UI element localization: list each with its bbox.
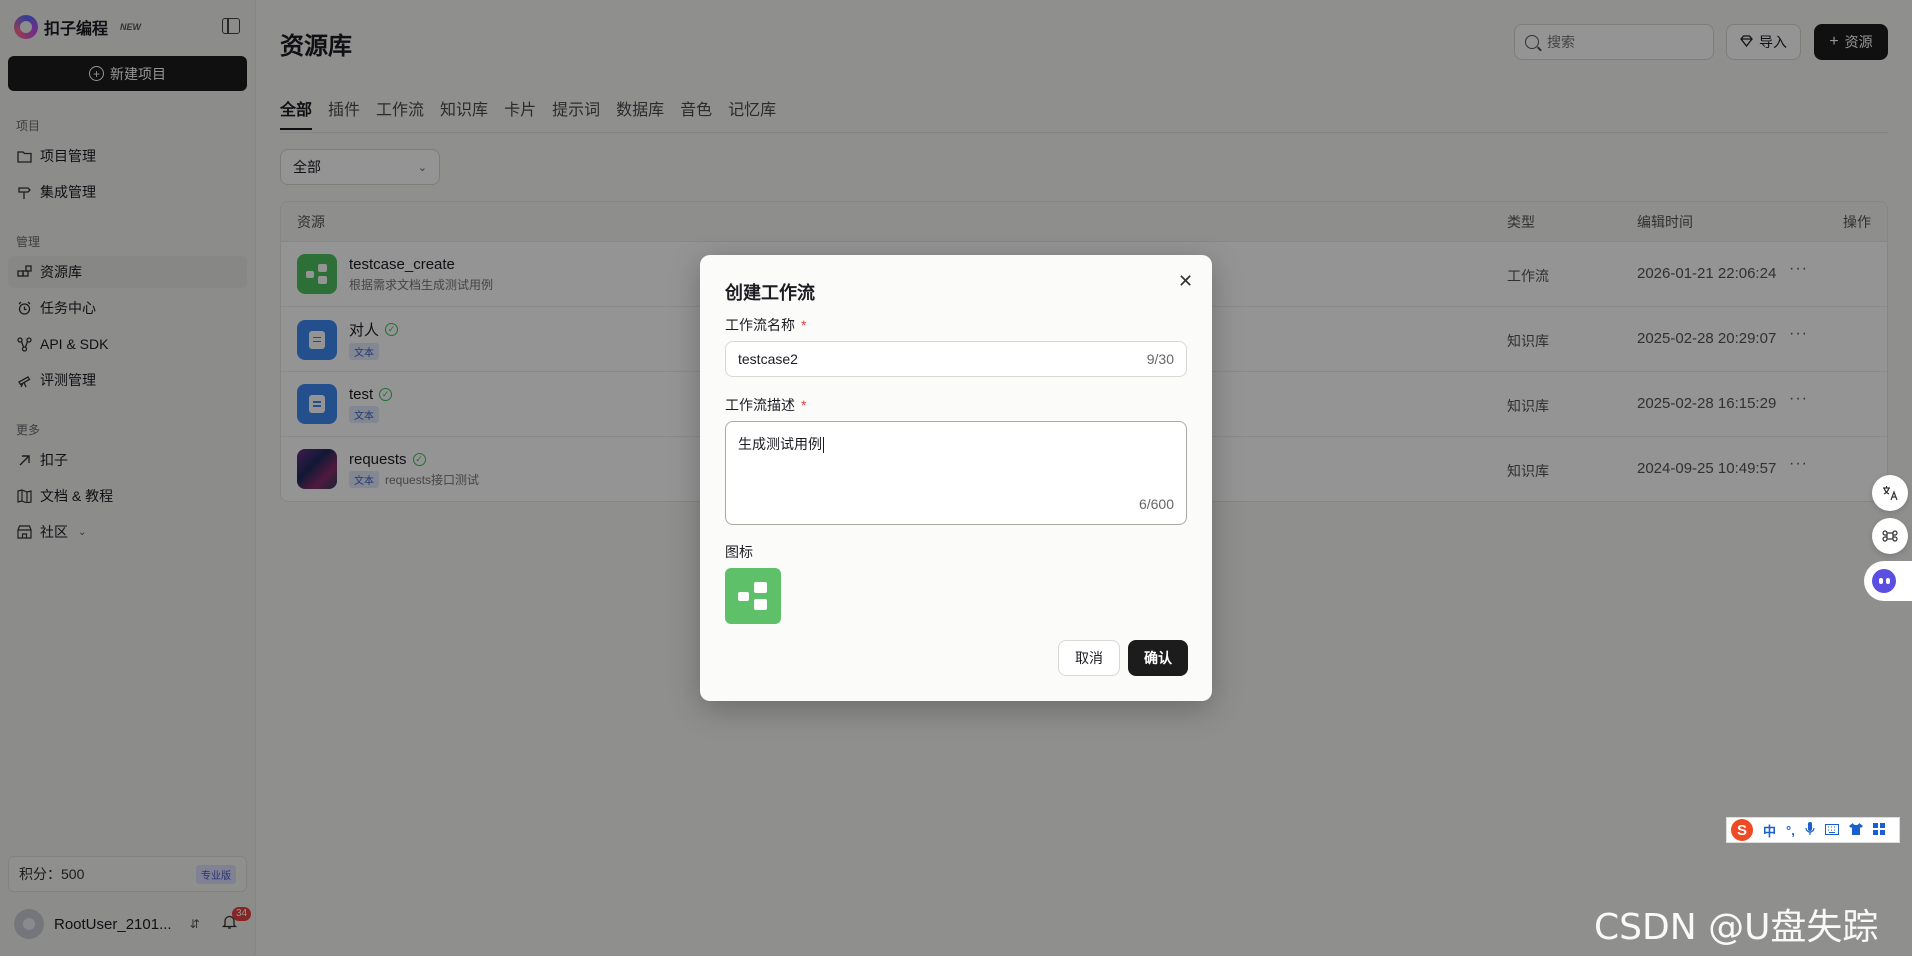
text-caret — [823, 437, 824, 454]
ime-mode[interactable]: 中 — [1763, 821, 1776, 840]
required-mark: * — [801, 317, 807, 333]
required-mark: * — [801, 397, 807, 413]
workflow-desc-textarea[interactable]: 生成测试用例 6/600 — [725, 421, 1187, 525]
workflow-name-value: testcase2 — [738, 351, 798, 367]
shirt-icon[interactable] — [1848, 822, 1863, 838]
workflow-icon — [738, 581, 768, 611]
keyboard-icon[interactable] — [1824, 823, 1839, 838]
name-char-count: 9/30 — [1146, 351, 1174, 367]
name-label-text: 工作流名称 — [725, 317, 795, 333]
ime-punctuation[interactable]: °, — [1786, 823, 1795, 838]
command-icon[interactable] — [1872, 518, 1908, 554]
name-label: 工作流名称 * — [725, 315, 806, 335]
confirm-button[interactable]: 确认 — [1128, 640, 1188, 676]
watermark: CSDN @U盘失踪了 — [1594, 907, 1879, 948]
workflow-icon-picker[interactable] — [725, 568, 781, 624]
assistant-bot-button[interactable] — [1864, 561, 1912, 601]
cancel-button[interactable]: 取消 — [1058, 640, 1120, 676]
create-workflow-dialog: 创建工作流 ✕ 工作流名称 * testcase2 9/30 工作流描述 * 生成测… — [700, 255, 1212, 701]
desc-label-text: 工作流描述 — [725, 397, 795, 413]
desc-char-count: 6/600 — [1138, 496, 1174, 512]
desc-label: 工作流描述 * — [725, 395, 806, 415]
dialog-title: 创建工作流 — [725, 283, 815, 303]
ime-toolbar: S 中 °, — [1726, 817, 1900, 843]
icon-label: 图标 — [725, 544, 753, 560]
translate-icon[interactable] — [1872, 475, 1908, 511]
workflow-name-input[interactable]: testcase2 9/30 — [725, 341, 1187, 377]
bot-icon — [1872, 569, 1896, 593]
close-icon[interactable]: ✕ — [1178, 271, 1193, 292]
grid-icon[interactable] — [1872, 822, 1885, 838]
mic-icon[interactable] — [1805, 821, 1815, 839]
workflow-desc-value: 生成测试用例 — [738, 436, 822, 452]
sogou-logo-icon[interactable]: S — [1731, 819, 1753, 841]
